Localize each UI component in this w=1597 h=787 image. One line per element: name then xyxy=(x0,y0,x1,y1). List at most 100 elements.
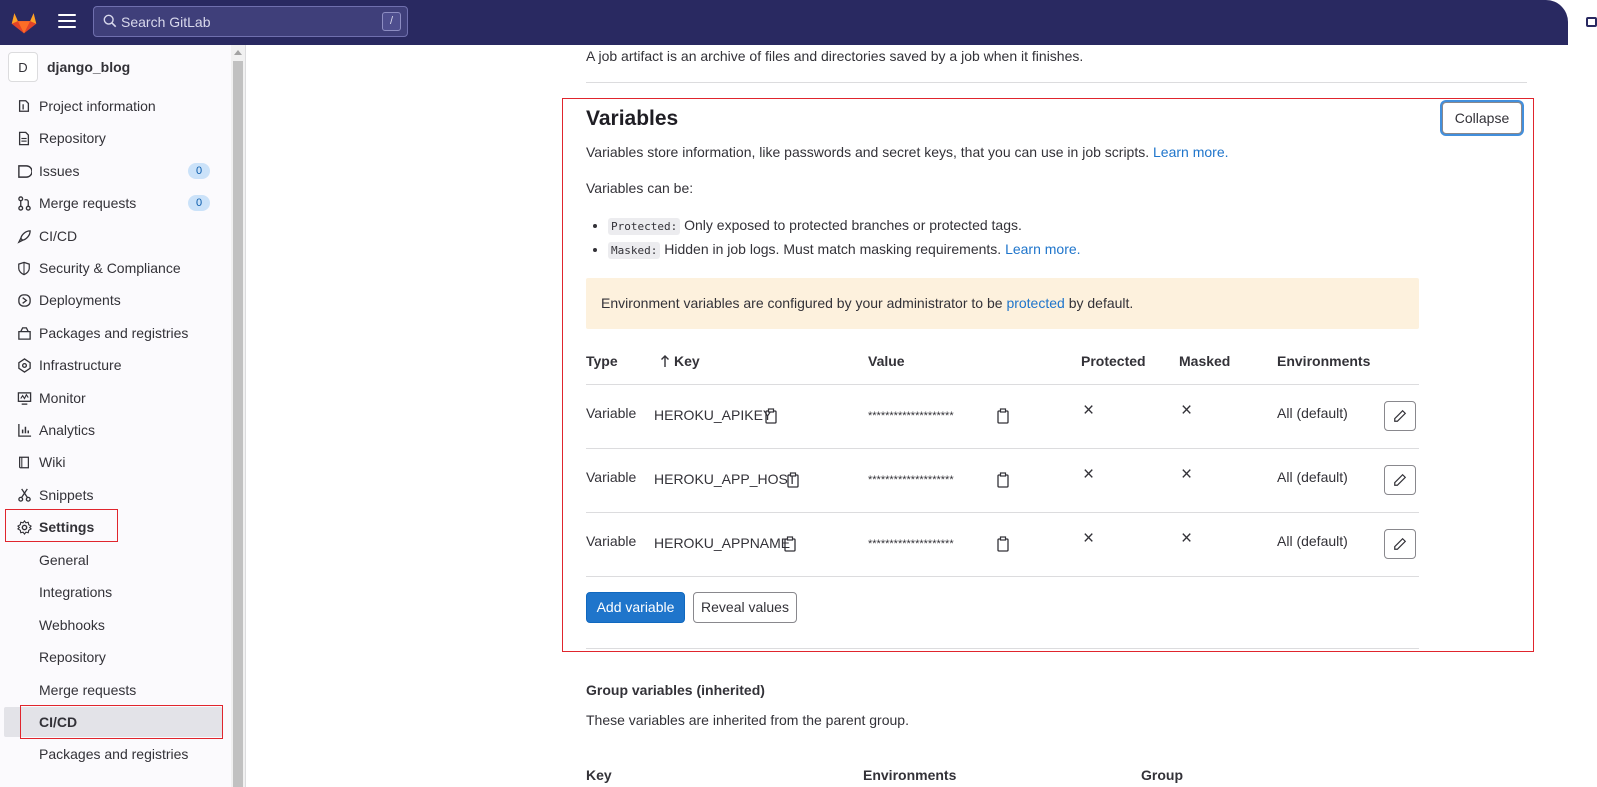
sidebar-item-issues[interactable]: Issues 0 xyxy=(8,156,222,186)
issues-icon xyxy=(15,163,33,179)
variables-heading: Variables xyxy=(586,107,679,130)
row-environment: All (default) xyxy=(1277,533,1348,549)
variable-types-list: Protected: Only exposed to protected bra… xyxy=(608,215,1081,263)
search-input[interactable]: Search GitLab / xyxy=(93,6,408,37)
alert-text: Environment variables are configured by … xyxy=(601,295,1133,311)
settings-subitem-integrations[interactable]: Integrations xyxy=(8,577,222,607)
row-environment: All (default) xyxy=(1277,469,1348,485)
sidebar-item-security-compliance[interactable]: Security & Compliance xyxy=(8,253,222,283)
row-type: Variable xyxy=(586,469,637,485)
sidebar-item-deployments[interactable]: Deployments xyxy=(8,285,222,315)
column-header-type: Type xyxy=(586,353,618,369)
copy-value-icon[interactable] xyxy=(996,472,1010,488)
menu-icon[interactable] xyxy=(58,14,76,30)
sidebar-item-settings[interactable]: Settings xyxy=(8,512,222,542)
sidebar-item-packages-registries[interactable]: Packages and registries xyxy=(8,318,222,348)
reveal-values-button[interactable]: Reveal values xyxy=(693,592,797,623)
search-placeholder: Search GitLab xyxy=(121,14,211,30)
pencil-icon xyxy=(1394,537,1407,550)
sidebar-item-label: Repository xyxy=(39,130,106,146)
artifact-description: A job artifact is an archive of files an… xyxy=(586,48,1084,64)
list-item-protected: Protected: Only exposed to protected bra… xyxy=(608,215,1081,237)
sidebar-item-label: CI/CD xyxy=(39,228,78,244)
settings-subitem-ci-cd[interactable]: CI/CD xyxy=(4,707,222,737)
sidebar-item-label: Packages and registries xyxy=(39,325,189,341)
gear-icon xyxy=(15,519,33,535)
collapse-button[interactable]: Collapse xyxy=(1442,102,1522,134)
protected-desc: Only exposed to protected branches or pr… xyxy=(680,217,1022,233)
add-variable-button[interactable]: Add variable xyxy=(586,592,685,623)
pencil-icon xyxy=(1394,409,1407,422)
sidebar: D django_blog Project information Reposi… xyxy=(0,45,246,787)
row-divider xyxy=(586,512,1419,513)
sidebar-item-label: Monitor xyxy=(39,390,86,406)
top-navbar: Search GitLab / xyxy=(0,0,1568,45)
rocket-icon xyxy=(15,228,33,244)
sort-arrow-up-icon xyxy=(661,355,669,367)
group-column-header-environments: Environments xyxy=(863,767,957,783)
sidebar-item-monitor[interactable]: Monitor xyxy=(8,383,222,413)
masking-learn-more-link[interactable]: Learn more. xyxy=(1005,241,1080,257)
sidebar-item-project-information[interactable]: Project information xyxy=(8,91,222,121)
group-variables-heading: Group variables (inherited) xyxy=(586,682,765,698)
settings-subitem-packages-registries[interactable]: Packages and registries xyxy=(8,739,222,769)
list-item-masked: Masked: Hidden in job logs. Must match m… xyxy=(608,239,1081,261)
settings-subitem-merge-requests[interactable]: Merge requests xyxy=(8,675,222,705)
sidebar-item-analytics[interactable]: Analytics xyxy=(8,415,222,445)
main-content: A job artifact is an archive of files an… xyxy=(247,45,1568,787)
sidebar-item-infrastructure[interactable]: Infrastructure xyxy=(8,350,222,380)
sidebar-item-merge-requests[interactable]: Merge requests 0 xyxy=(8,188,222,218)
masked-code: Masked: xyxy=(608,242,661,259)
copy-key-icon[interactable] xyxy=(783,536,797,552)
row-protected-no-icon: × xyxy=(1083,400,1095,421)
edit-variable-button[interactable] xyxy=(1384,465,1416,495)
scrollbar-thumb[interactable] xyxy=(233,61,243,787)
row-type: Variable xyxy=(586,405,637,421)
document-icon xyxy=(15,130,33,146)
row-key: HEROKU_APIKEY xyxy=(654,407,773,423)
protected-link[interactable]: protected xyxy=(1006,295,1064,311)
edit-variable-button[interactable] xyxy=(1384,401,1416,431)
row-value-masked: ******************** xyxy=(868,538,954,550)
highlight-box-variables xyxy=(562,98,1534,652)
group-column-header-key: Key xyxy=(586,767,612,783)
sidebar-item-label: Issues xyxy=(39,163,80,179)
scroll-up-arrow-icon[interactable] xyxy=(234,50,242,55)
copy-key-icon[interactable] xyxy=(764,408,778,424)
row-value-masked: ******************** xyxy=(868,474,954,486)
pencil-icon xyxy=(1394,473,1407,486)
copy-value-icon[interactable] xyxy=(996,408,1010,424)
sidebar-item-label: Security & Compliance xyxy=(39,260,181,276)
shield-icon xyxy=(15,260,33,276)
copy-key-icon[interactable] xyxy=(786,472,800,488)
column-header-key[interactable]: Key xyxy=(660,353,700,369)
learn-more-link[interactable]: Learn more. xyxy=(1153,144,1228,160)
edit-variable-button[interactable] xyxy=(1384,529,1416,559)
project-header[interactable]: D django_blog xyxy=(8,51,130,83)
copy-value-icon[interactable] xyxy=(996,536,1010,552)
settings-subitem-general[interactable]: General xyxy=(8,545,222,575)
settings-subitem-repository[interactable]: Repository xyxy=(8,642,222,672)
row-masked-no-icon: × xyxy=(1181,400,1193,421)
sidebar-item-snippets[interactable]: Snippets xyxy=(8,480,222,510)
gitlab-logo-icon[interactable] xyxy=(10,8,38,36)
info-circle-icon xyxy=(15,98,33,114)
sidebar-item-label: Wiki xyxy=(39,454,66,470)
column-header-value: Value xyxy=(868,353,905,369)
row-masked-no-icon: × xyxy=(1181,528,1193,549)
row-key: HEROKU_APPNAME xyxy=(654,535,791,551)
monitor-icon xyxy=(15,390,33,406)
variables-description: Variables store information, like passwo… xyxy=(586,144,1229,160)
row-divider xyxy=(586,576,1419,577)
settings-subitem-webhooks[interactable]: Webhooks xyxy=(8,610,222,640)
column-header-masked: Masked xyxy=(1179,353,1231,369)
sidebar-item-wiki[interactable]: Wiki xyxy=(8,447,222,477)
sidebar-item-ci-cd[interactable]: CI/CD xyxy=(8,221,222,251)
alert-text-after: by default. xyxy=(1064,295,1134,311)
alert-text-before: Environment variables are configured by … xyxy=(601,295,1007,311)
sidebar-item-label: Snippets xyxy=(39,487,94,503)
sidebar-item-repository[interactable]: Repository xyxy=(8,123,222,153)
sidebar-scrollbar[interactable] xyxy=(231,45,245,787)
variables-can-be-text: Variables can be: xyxy=(586,180,694,196)
group-variables-description: These variables are inherited from the p… xyxy=(586,712,909,728)
